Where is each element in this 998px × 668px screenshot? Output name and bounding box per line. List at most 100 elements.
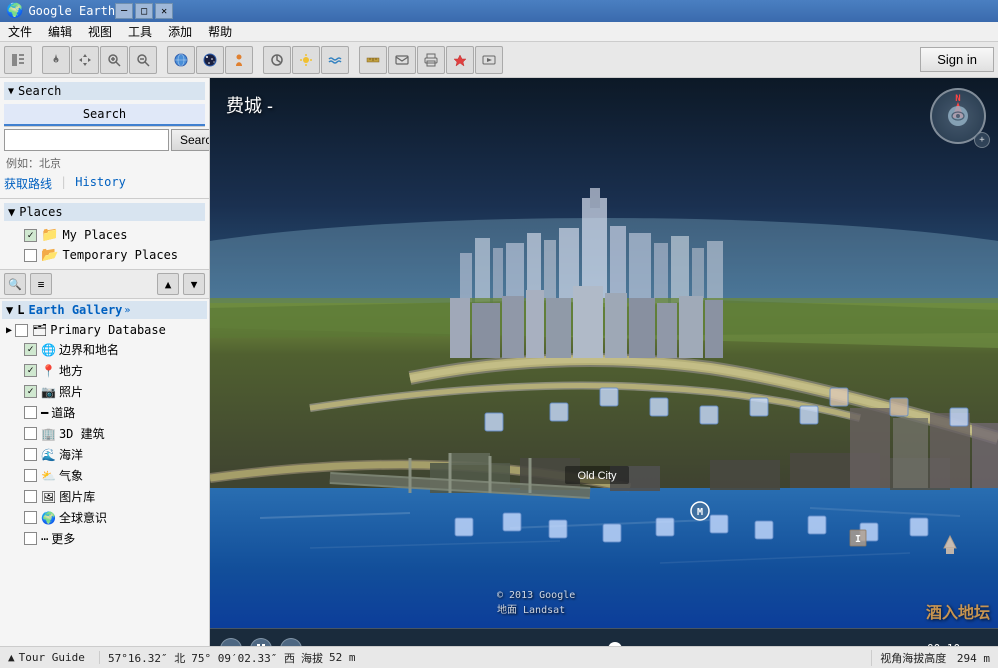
list-view-button[interactable]: ≡ [30, 273, 52, 295]
layer-item-9[interactable]: ⋯ 更多 [2, 528, 207, 549]
layer-1-checkbox[interactable]: ✓ [24, 364, 37, 377]
history-link[interactable]: History [75, 175, 126, 192]
sidebar-toggle-button[interactable] [4, 46, 32, 74]
maximize-button[interactable]: □ [135, 3, 153, 19]
search-button[interactable]: Search [171, 129, 210, 151]
main-layout: ▼ Search Search Search 例如：北京 获取路线 | Hist… [0, 78, 998, 668]
ruler-button[interactable] [359, 46, 387, 74]
menu-edit[interactable]: 编辑 [40, 21, 80, 42]
move-up-button[interactable]: ▲ [157, 273, 179, 295]
get-directions-link[interactable]: 获取路线 [4, 175, 52, 192]
layer-item-3[interactable]: ━ 道路 [2, 402, 207, 423]
temp-places-icon: 📂 [41, 247, 58, 263]
map-area[interactable]: Old City M I 费城 - N [210, 78, 998, 668]
layer-3-icon: ━ [41, 406, 48, 420]
my-places-label: My Places [62, 228, 127, 242]
temp-places-label: Temporary Places [62, 248, 178, 262]
layer-8-checkbox[interactable] [24, 511, 37, 524]
places-section-label: Places [19, 205, 62, 219]
movie-button[interactable] [475, 46, 503, 74]
ocean-button[interactable] [321, 46, 349, 74]
navigate-button[interactable] [42, 46, 70, 74]
print-button[interactable] [417, 46, 445, 74]
layer-item-0[interactable]: ✓ 🌐 边界和地名 [2, 339, 207, 360]
layer-0-icon: 🌐 [41, 343, 56, 357]
menubar: 文件 编辑 视图 工具 添加 帮助 [0, 22, 998, 42]
my-places-item[interactable]: ✓ 📁 My Places [4, 225, 205, 245]
layer-9-checkbox[interactable] [24, 532, 37, 545]
layer-3-checkbox[interactable] [24, 406, 37, 419]
menu-view[interactable]: 视图 [80, 21, 120, 42]
layer-7-checkbox[interactable] [24, 490, 37, 503]
sunlight-button[interactable] [292, 46, 320, 74]
layer-item-7[interactable]: 🖼 图片库 [2, 486, 207, 507]
status-elevation-label: 海拔 [301, 650, 323, 666]
temp-places-item[interactable]: 📂 Temporary Places [4, 245, 205, 265]
tour-guide-label: Tour Guide [19, 651, 85, 664]
pan-button[interactable] [71, 46, 99, 74]
kml-button[interactable] [446, 46, 474, 74]
layer-4-checkbox[interactable] [24, 427, 37, 440]
layers-header[interactable]: ▼ L Earth Gallery » [2, 301, 207, 319]
city-label: 费城 - [226, 92, 273, 118]
search-tab[interactable]: Search [4, 104, 205, 126]
search-mini-button[interactable]: 🔍 [4, 273, 26, 295]
places-collapse-arrow: ▼ [8, 205, 15, 219]
left-bottom-toolbar: 🔍 ≡ ▲ ▼ [0, 269, 209, 299]
zoom-indicator[interactable]: + [974, 132, 990, 148]
sign-in-button[interactable]: Sign in [920, 47, 994, 72]
tour-guide-icon: ▲ [8, 651, 15, 664]
close-button[interactable]: ✕ [155, 3, 173, 19]
search-hint: 例如：北京 [4, 155, 205, 171]
status-bar: ▲ Tour Guide 57°16.32″ 北 75° 09′02.33″ 西… [0, 646, 998, 668]
layers-section-label: L [17, 303, 24, 317]
layer-item-6[interactable]: ⛅ 气象 [2, 465, 207, 486]
sky-button[interactable] [196, 46, 224, 74]
layer-8-label: 全球意识 [59, 509, 107, 526]
zoom-in-button[interactable] [100, 46, 128, 74]
layer-4-icon: 🏢 [41, 427, 56, 441]
compass-eye-button[interactable] [948, 106, 968, 126]
earth-gallery-chevrons: » [124, 305, 130, 316]
watermark: 酒入地坛 [926, 599, 990, 623]
menu-tools[interactable]: 工具 [120, 21, 160, 42]
street-view-button[interactable] [225, 46, 253, 74]
primary-db-checkbox[interactable] [15, 324, 28, 337]
primary-db-item[interactable]: ▶ 🗂 Primary Database [2, 321, 207, 339]
layer-item-4[interactable]: 🏢 3D 建筑 [2, 423, 207, 444]
zoom-out-button[interactable] [129, 46, 157, 74]
compass[interactable]: N + [930, 88, 986, 144]
email-button[interactable] [388, 46, 416, 74]
layer-2-icon: 📷 [41, 385, 56, 399]
my-places-checkbox[interactable]: ✓ [24, 229, 37, 242]
status-coordinates: 57°16.32″ 北 75° 09′02.33″ 西 海拔 52 m [100, 650, 871, 666]
menu-file[interactable]: 文件 [0, 21, 40, 42]
layer-item-8[interactable]: 🌍 全球意识 [2, 507, 207, 528]
search-header[interactable]: ▼ Search [4, 82, 205, 100]
layer-6-checkbox[interactable] [24, 469, 37, 482]
layer-2-checkbox[interactable]: ✓ [24, 385, 37, 398]
layer-5-checkbox[interactable] [24, 448, 37, 461]
minimize-button[interactable]: ─ [115, 3, 133, 19]
earth-gallery-link[interactable]: Earth Gallery [28, 303, 122, 317]
layer-1-label: 地方 [59, 362, 83, 379]
layer-9-label: 更多 [51, 530, 75, 547]
layer-9-icon: ⋯ [41, 532, 48, 546]
layer-item-5[interactable]: 🌊 海洋 [2, 444, 207, 465]
move-down-button[interactable]: ▼ [183, 273, 205, 295]
globe-button[interactable] [167, 46, 195, 74]
layer-0-checkbox[interactable]: ✓ [24, 343, 37, 356]
search-input[interactable] [4, 129, 169, 151]
left-panel: ▼ Search Search Search 例如：北京 获取路线 | Hist… [0, 78, 210, 668]
historical-button[interactable] [263, 46, 291, 74]
layers-collapse-arrow: ▼ [6, 303, 13, 317]
layer-item-2[interactable]: ✓ 📷 照片 [2, 381, 207, 402]
temp-places-checkbox[interactable] [24, 249, 37, 262]
layer-item-1[interactable]: ✓ 📍 地方 [2, 360, 207, 381]
menu-add[interactable]: 添加 [160, 21, 200, 42]
tour-guide-section[interactable]: ▲ Tour Guide [0, 651, 100, 664]
search-input-row: Search [4, 129, 205, 151]
places-header[interactable]: ▼ Places [4, 203, 205, 221]
menu-help[interactable]: 帮助 [200, 21, 240, 42]
titlebar: 🌍 Google Earth ─ □ ✕ [0, 0, 998, 22]
